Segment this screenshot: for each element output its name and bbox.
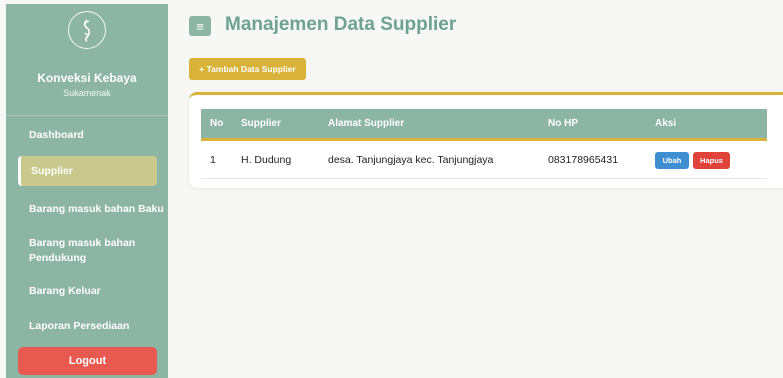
edit-button[interactable]: Ubah bbox=[655, 152, 689, 169]
sidebar-item-barang-keluar[interactable]: Barang Keluar bbox=[6, 285, 168, 297]
kebaya-logo-icon bbox=[83, 19, 91, 42]
logo bbox=[68, 11, 106, 49]
sidebar-item-laporan-persediaan[interactable]: Laporan Persediaan bbox=[6, 320, 168, 332]
sidebar-item-barang-masuk-bahan-pendukung[interactable]: Barang masuk bahan Pendukung bbox=[6, 236, 136, 265]
column-header-supplier: Supplier bbox=[241, 118, 282, 129]
brand: Konveksi Kebaya Sukamenak bbox=[6, 11, 168, 116]
column-header-no-hp: No HP bbox=[548, 118, 578, 129]
brand-name: Konveksi Kebaya bbox=[37, 71, 137, 85]
sidebar-item-dashboard[interactable]: Dashboard bbox=[6, 129, 168, 141]
column-header-aksi: Aksi bbox=[655, 118, 677, 129]
table-header: No Supplier Alamat Supplier No HP Aksi bbox=[201, 109, 767, 141]
cell-no-hp: 083178965431 bbox=[548, 154, 619, 166]
menu-toggle-icon[interactable]: ≡ bbox=[189, 16, 211, 36]
supplier-table-card: No Supplier Alamat Supplier No HP Aksi 1… bbox=[189, 92, 783, 188]
column-header-alamat: Alamat Supplier bbox=[328, 118, 405, 129]
page-title: Manajemen Data Supplier bbox=[225, 14, 457, 35]
sidebar: Konveksi Kebaya Sukamenak Dashboard Supp… bbox=[6, 4, 168, 378]
sidebar-item-barang-masuk-bahan-baku[interactable]: Barang masuk bahan Baku bbox=[6, 203, 168, 215]
cell-supplier: H. Dudung bbox=[241, 154, 292, 166]
brand-subtitle: Sukamenak bbox=[63, 88, 111, 98]
table-row: 1 H. Dudung desa. Tanjungjaya kec. Tanju… bbox=[201, 141, 767, 179]
column-header-no: No bbox=[210, 118, 224, 129]
add-supplier-button[interactable]: + Tambah Data Supplier bbox=[189, 58, 306, 80]
cell-no: 1 bbox=[210, 154, 216, 166]
logout-button[interactable]: Logout bbox=[18, 347, 157, 375]
sidebar-item-supplier[interactable]: Supplier bbox=[18, 156, 157, 186]
cell-alamat: desa. Tanjungjaya kec. Tanjungjaya bbox=[328, 154, 494, 166]
delete-button[interactable]: Hapus bbox=[693, 152, 730, 169]
